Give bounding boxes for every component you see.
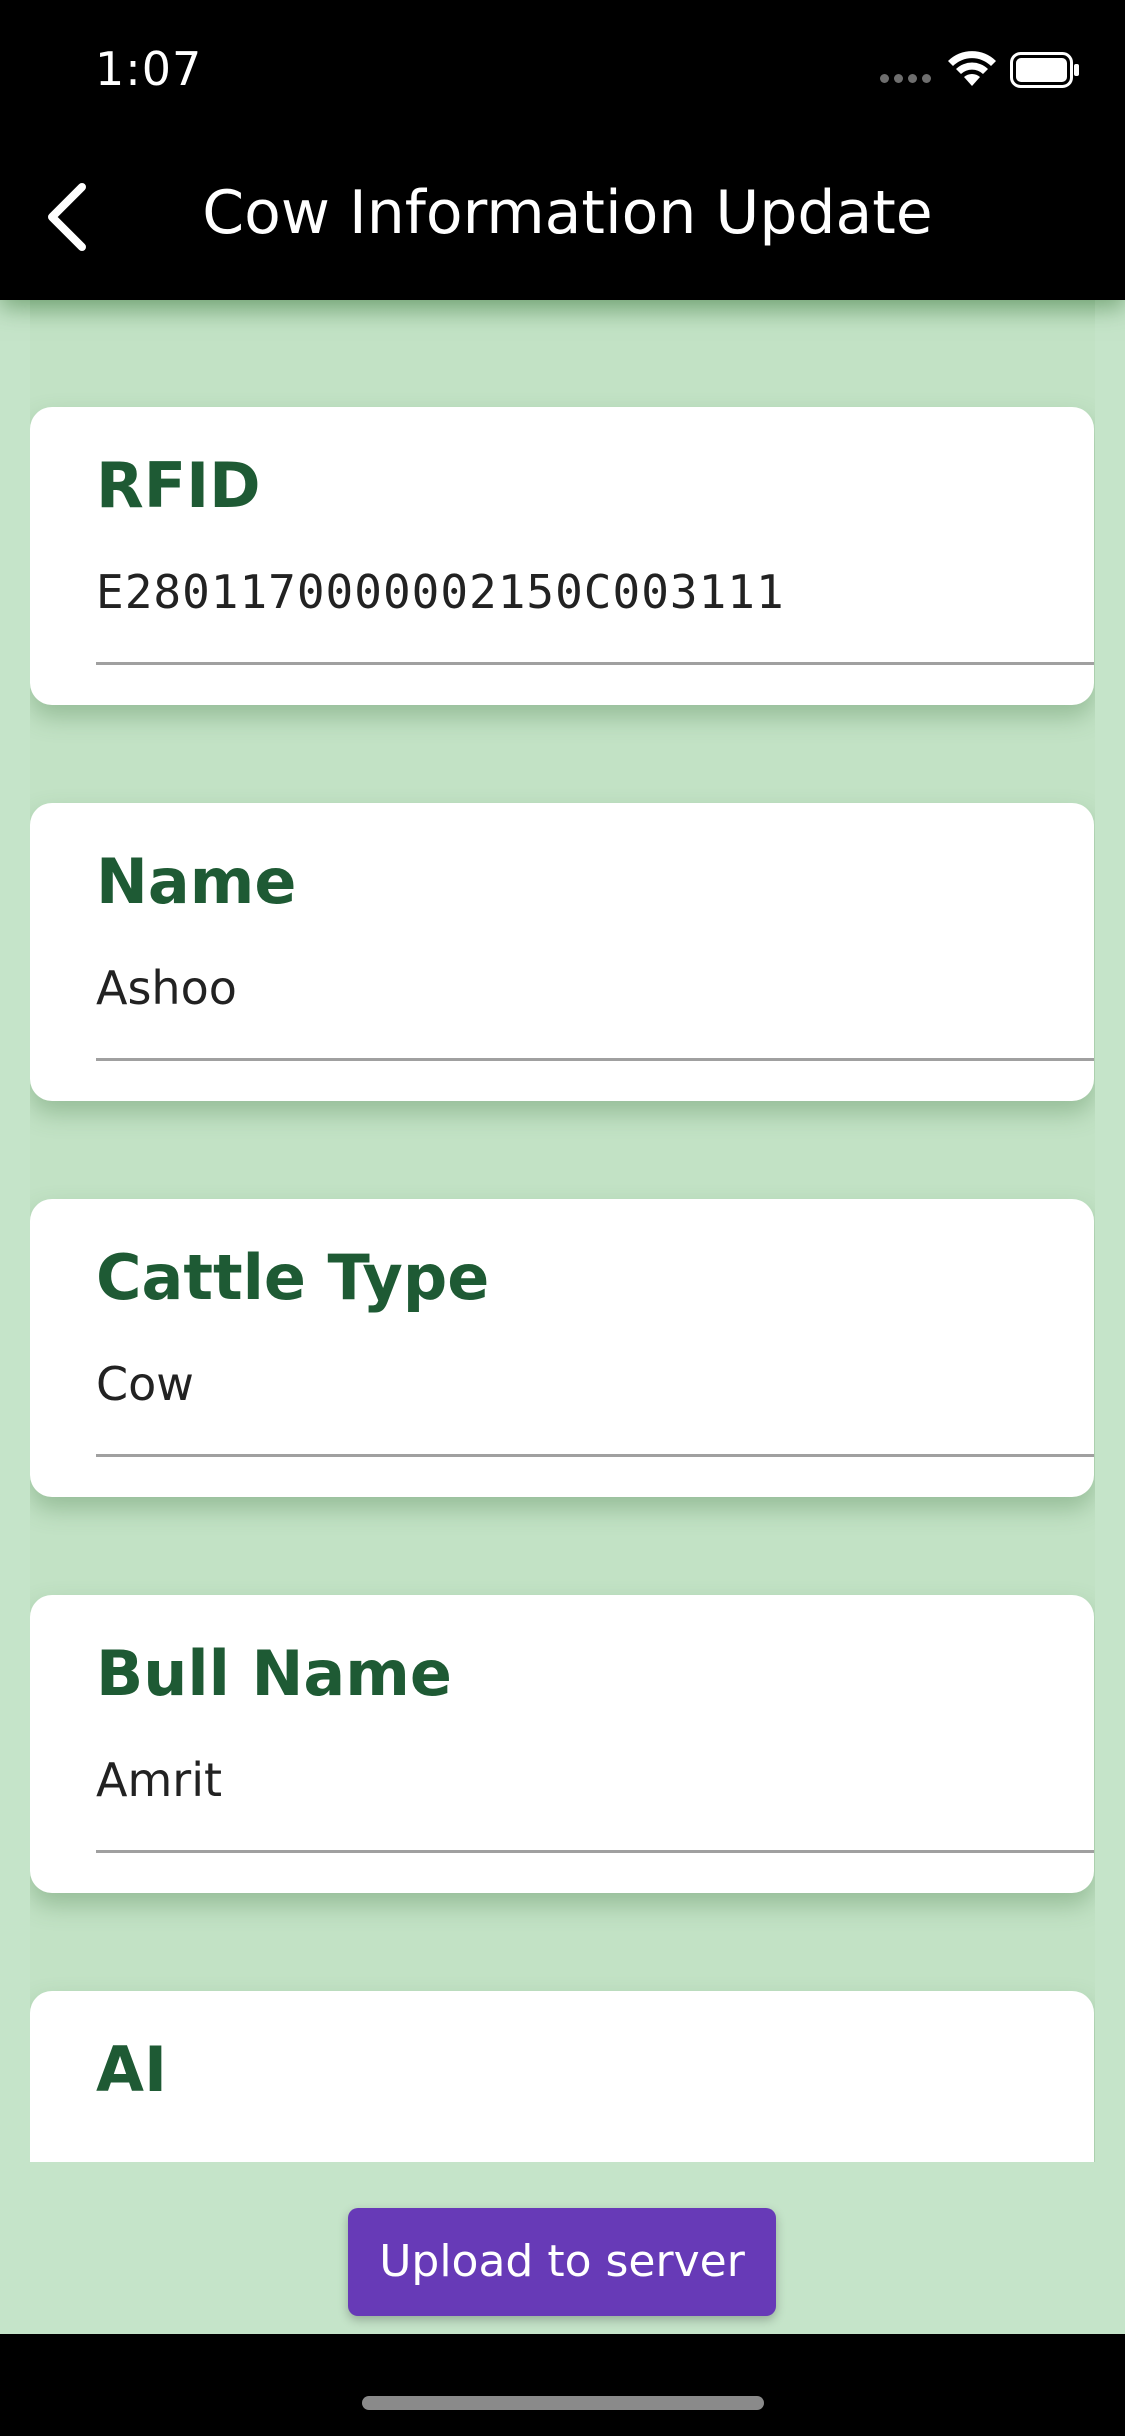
home-indicator-bar: [0, 2334, 1125, 2436]
cattle-type-field[interactable]: Cow: [96, 1357, 194, 1411]
status-time: 1:07: [95, 42, 203, 96]
scroll-shadow: [30, 300, 1095, 330]
rfid-card: RFID E2801170000002150C003111: [30, 407, 1094, 705]
bull-name-card: Bull Name Amrit: [30, 1595, 1094, 1893]
wifi-icon: [948, 51, 996, 86]
cattle-type-label: Cattle Type: [96, 1241, 490, 1314]
cellular-signal-icon: [880, 74, 932, 84]
rfid-underline: [96, 662, 1094, 665]
ai-label: AI: [96, 2033, 168, 2106]
app-header: 1:07 Cow Information Update: [0, 0, 1125, 300]
bull-name-label: Bull Name: [96, 1637, 452, 1710]
cattle-type-underline: [96, 1454, 1094, 1457]
cattle-type-card: Cattle Type Cow: [30, 1199, 1094, 1497]
rfid-label: RFID: [96, 449, 261, 522]
ai-card: AI: [30, 1991, 1094, 2162]
home-indicator[interactable]: [362, 2396, 764, 2410]
bull-name-field[interactable]: Amrit: [96, 1753, 222, 1807]
bull-name-underline: [96, 1850, 1094, 1853]
name-label: Name: [96, 845, 297, 918]
rfid-field[interactable]: E2801170000002150C003111: [96, 565, 785, 619]
name-underline: [96, 1058, 1094, 1061]
battery-icon: [1010, 52, 1079, 88]
name-field[interactable]: Ashoo: [96, 961, 237, 1015]
name-card: Name Ashoo: [30, 803, 1094, 1101]
upload-to-server-button[interactable]: Upload to server: [348, 2208, 776, 2316]
page-title: Cow Information Update: [202, 178, 933, 248]
form-scroll-area[interactable]: RFID E2801170000002150C003111 Name Ashoo…: [30, 300, 1095, 2162]
